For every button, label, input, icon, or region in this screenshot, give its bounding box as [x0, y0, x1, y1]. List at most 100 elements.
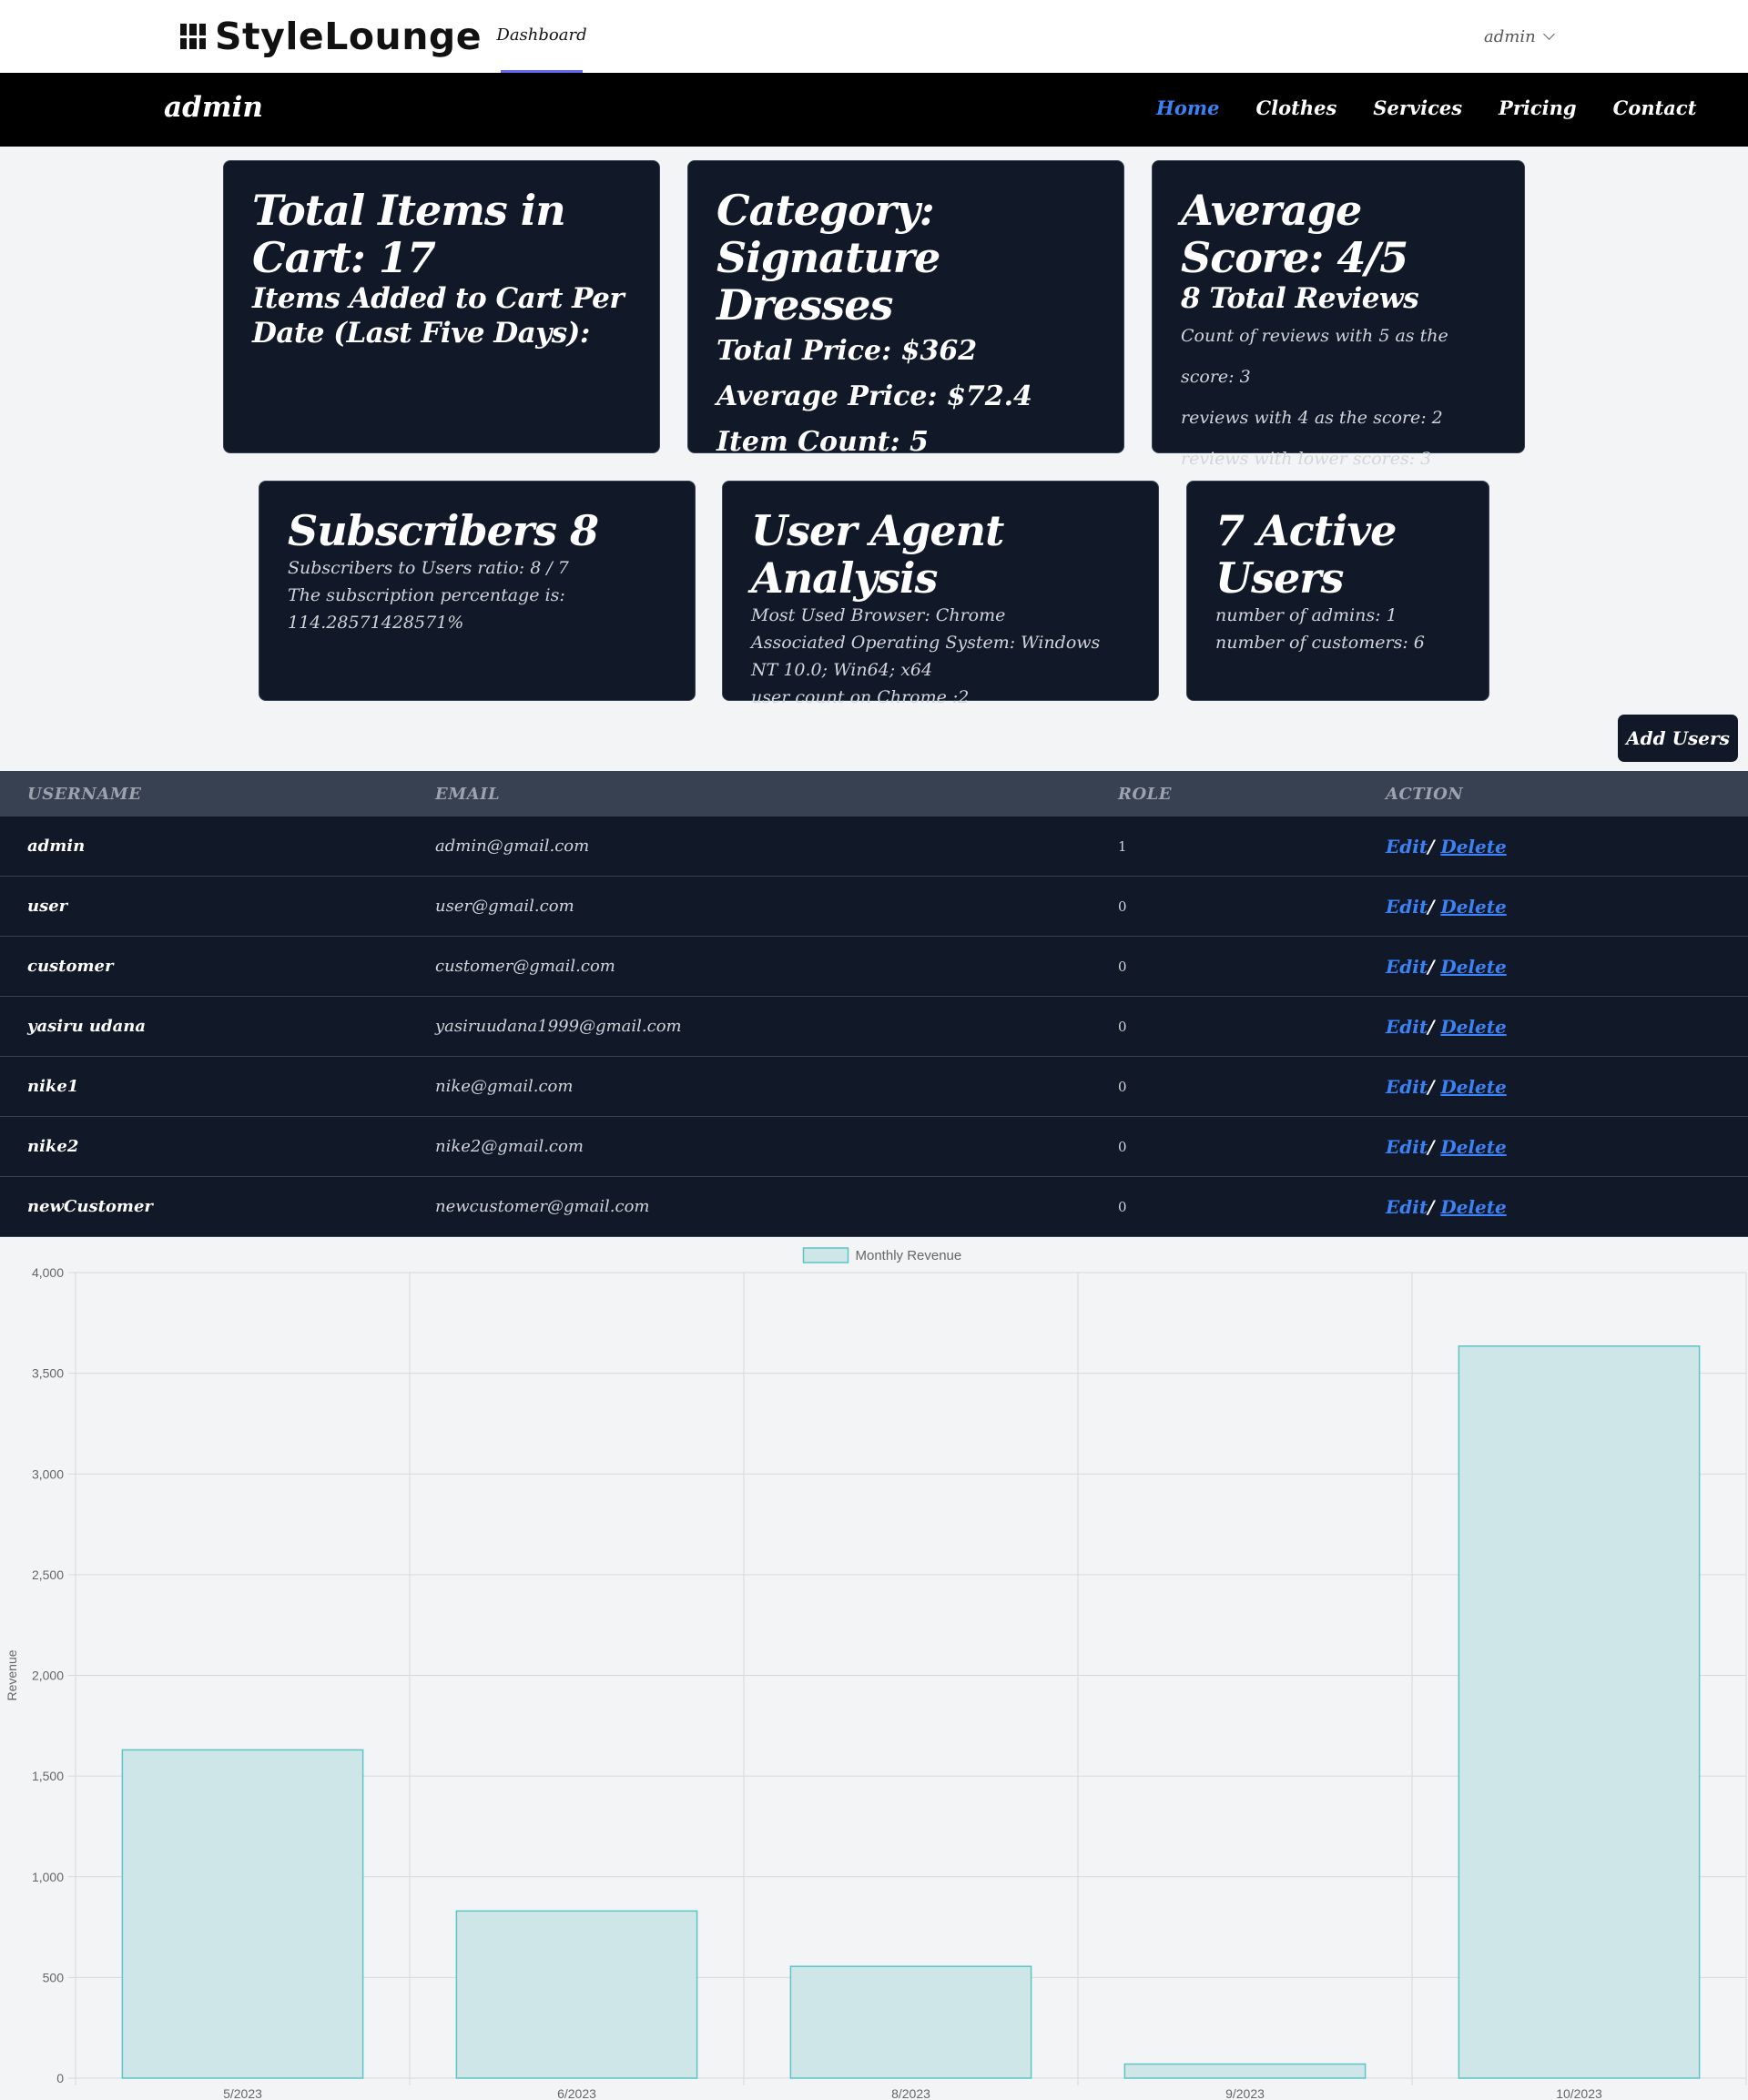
table-row: nike1 nike@gmail.com 0 Edit/ Delete	[0, 1057, 1748, 1117]
category-average-price: Average Price: $72.4	[716, 380, 1032, 412]
users-table: Username Email Role Action admin admin@gm…	[0, 771, 1748, 1237]
table-row: user user@gmail.com 0 Edit/ Delete	[0, 877, 1748, 937]
delete-link[interactable]: Delete	[1440, 836, 1506, 857]
brand-logo[interactable]: StyleLounge	[180, 13, 482, 60]
x-tick-label: 9/2023	[1225, 2086, 1265, 2100]
edit-link[interactable]: Edit	[1386, 896, 1428, 918]
nav-link-services[interactable]: Services	[1373, 96, 1462, 119]
brand-name: StyleLounge	[215, 15, 483, 58]
delete-link[interactable]: Delete	[1440, 1076, 1506, 1098]
header-role: Role	[1118, 784, 1173, 804]
nav-link-contact[interactable]: Contact	[1613, 96, 1697, 119]
active-users-admins: number of admins: 1	[1215, 605, 1397, 625]
x-tick-label: 10/2023	[1556, 2086, 1602, 2100]
cell-role: 0	[1118, 958, 1127, 975]
user-agent-os: Associated Operating System: Windows NT …	[751, 633, 1101, 680]
chevron-down-icon	[1542, 28, 1555, 40]
cell-action: Edit/ Delete	[1386, 896, 1507, 918]
header-email: Email	[435, 784, 501, 804]
bar	[121, 1749, 364, 2079]
add-users-button[interactable]: Add Users	[1618, 715, 1738, 762]
edit-link[interactable]: Edit	[1386, 1016, 1428, 1038]
score-line-3: reviews with lower scores: 3	[1181, 449, 1432, 469]
cell-username: customer	[27, 957, 114, 976]
header-action: Action	[1386, 784, 1464, 804]
delete-link[interactable]: Delete	[1440, 896, 1506, 918]
user-menu[interactable]: admin	[1484, 22, 1555, 51]
cell-action: Edit/ Delete	[1386, 1136, 1507, 1158]
y-tick-label: 1,000	[32, 1870, 64, 1884]
table-row: nike2 nike2@gmail.com 0 Edit/ Delete	[0, 1117, 1748, 1177]
delete-link[interactable]: Delete	[1440, 1196, 1506, 1218]
header-username: Username	[27, 784, 142, 804]
delete-link[interactable]: Delete	[1440, 1136, 1506, 1158]
table-row: yasiru udana yasiruudana1999@gmail.com 0 Ed…	[0, 997, 1748, 1057]
category-item-count: Item Count: 5	[716, 426, 929, 458]
action-separator: /	[1428, 1015, 1435, 1038]
revenue-chart: 0 500 1,000 1,500 2,000 2,500 3,000 3,500 4,000 5…	[0, 1238, 1748, 2100]
main-nav: admin Home Clothes Services Pricing Cont…	[0, 73, 1748, 147]
cell-username: newCustomer	[27, 1197, 153, 1216]
user-agent-card: User Agent Analysis Most Used Browser: C…	[722, 481, 1159, 707]
legend-label: Monthly Revenue	[856, 1248, 962, 1263]
table-row: customer customer@gmail.com 0 Edit/ Delete	[0, 937, 1748, 997]
table-row: admin admin@gmail.com 1 Edit/ Delete	[0, 817, 1748, 877]
cart-card: Total Items in Cart: 17 Items Added to C…	[223, 160, 660, 453]
user-agent-title: User Agent Analysis	[751, 506, 1004, 603]
action-separator: /	[1428, 895, 1435, 918]
delete-link[interactable]: Delete	[1440, 1016, 1506, 1038]
bar	[455, 1910, 698, 2079]
cell-email: user@gmail.com	[435, 897, 574, 916]
edit-link[interactable]: Edit	[1386, 1196, 1428, 1218]
action-separator: /	[1428, 835, 1435, 857]
cell-email: nike@gmail.com	[435, 1077, 574, 1096]
y-tick-label: 2,500	[32, 1567, 64, 1582]
active-users-customers: number of customers: 6	[1215, 633, 1425, 653]
edit-link[interactable]: Edit	[1386, 956, 1428, 978]
edit-link[interactable]: Edit	[1386, 1136, 1428, 1158]
x-tick-label: 6/2023	[557, 2086, 596, 2100]
bar	[789, 1965, 1032, 2079]
nav-link-clothes[interactable]: Clothes	[1255, 96, 1336, 119]
cell-email: newcustomer@gmail.com	[435, 1197, 650, 1216]
cell-role: 1	[1118, 837, 1127, 855]
nav-link-home[interactable]: Home	[1156, 96, 1219, 119]
nav-brand[interactable]: admin	[164, 91, 263, 124]
user-agent-browser: Most Used Browser: Chrome	[751, 605, 1006, 625]
cell-role: 0	[1118, 898, 1127, 915]
subscribers-title: Subscribers 8	[288, 506, 599, 555]
cell-username: admin	[27, 837, 86, 856]
table-row: newCustomer newcustomer@gmail.com 0 Edit/ D…	[0, 1177, 1748, 1237]
cell-action: Edit/ Delete	[1386, 836, 1507, 857]
cell-username: nike1	[27, 1077, 79, 1096]
x-tick-label: 8/2023	[891, 2086, 930, 2100]
user-menu-label: admin	[1484, 26, 1536, 46]
y-tick-label: 0	[56, 2071, 64, 2085]
action-separator: /	[1428, 955, 1435, 978]
legend-swatch	[802, 1247, 849, 1263]
score-total-reviews: 8 Total Reviews	[1181, 282, 1419, 315]
cell-email: customer@gmail.com	[435, 957, 615, 976]
active-users-card: 7 Active Users number of admins: 1 numbe…	[1186, 481, 1489, 701]
delete-link[interactable]: Delete	[1440, 956, 1506, 978]
cell-role: 0	[1118, 1198, 1127, 1215]
cart-title: Total Items in Cart: 17	[252, 186, 566, 282]
cart-subtitle: Items Added to Cart Per Date (Last Five …	[252, 282, 625, 350]
bar	[1458, 1345, 1701, 2079]
cell-action: Edit/ Delete	[1386, 1196, 1507, 1218]
tab-dashboard[interactable]: Dashboard	[496, 0, 587, 73]
y-tick-label: 4,000	[32, 1265, 64, 1280]
cell-action: Edit/ Delete	[1386, 1016, 1507, 1038]
active-users-title: 7 Active Users	[1215, 506, 1397, 603]
top-bar: StyleLounge Dashboard admin	[0, 0, 1748, 73]
grid-icon	[180, 24, 206, 49]
edit-link[interactable]: Edit	[1386, 1076, 1428, 1098]
score-line-2: reviews with 4 as the score: 2	[1181, 408, 1443, 428]
cell-username: nike2	[27, 1137, 79, 1156]
cell-role: 0	[1118, 1018, 1127, 1035]
nav-link-pricing[interactable]: Pricing	[1499, 96, 1577, 119]
edit-link[interactable]: Edit	[1386, 836, 1428, 857]
cell-action: Edit/ Delete	[1386, 956, 1507, 978]
y-tick-label: 500	[43, 1970, 65, 1984]
category-total-price: Total Price: $362	[716, 335, 978, 367]
